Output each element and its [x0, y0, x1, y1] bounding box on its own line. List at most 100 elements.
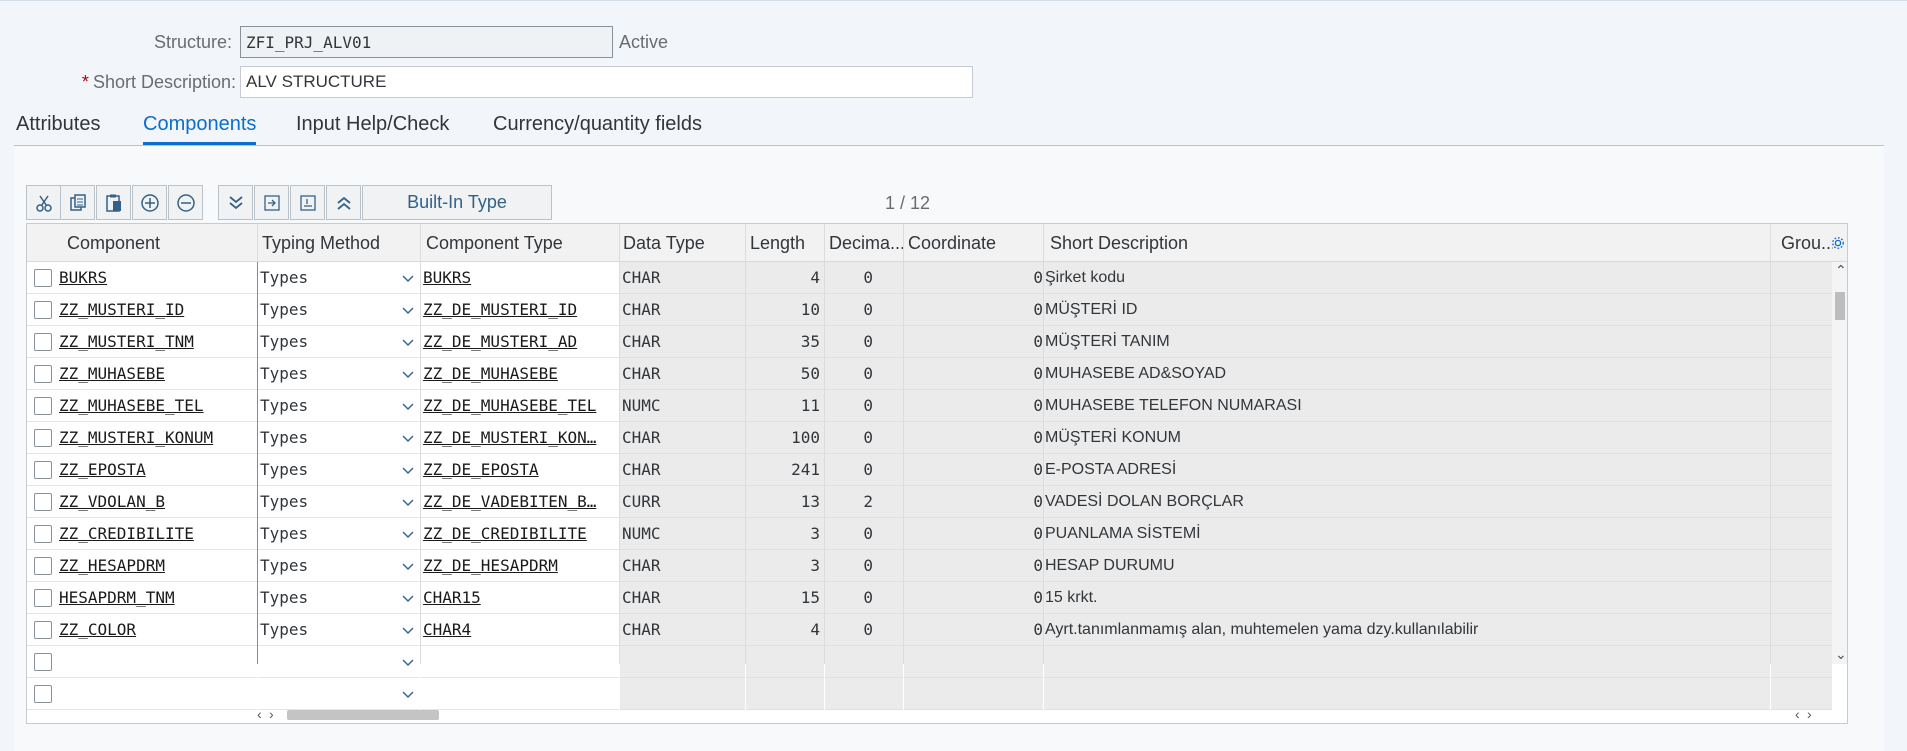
chevron-down-icon[interactable]: [402, 336, 414, 348]
row-select-cell[interactable]: [27, 390, 57, 422]
component-type-cell[interactable]: ZZ_DE_HESAPDRM: [421, 550, 619, 582]
chevron-down-icon[interactable]: [402, 592, 414, 604]
vertical-scrollbar[interactable]: ⌃ ⌄: [1832, 262, 1847, 664]
typing-method-cell[interactable]: Types: [258, 486, 420, 518]
row-select-checkbox[interactable]: [34, 557, 52, 575]
component-type-cell[interactable]: ZZ_DE_MUSTERI_ID: [421, 294, 619, 326]
row-select-checkbox[interactable]: [34, 365, 52, 383]
column-header-component[interactable]: Component: [63, 224, 283, 262]
copy-button[interactable]: [60, 185, 95, 220]
typing-method-cell[interactable]: Types: [258, 326, 420, 358]
component-type-cell[interactable]: BUKRS: [421, 262, 619, 294]
chevron-down-icon[interactable]: [402, 624, 414, 636]
tab-input-help-check[interactable]: Input Help/Check: [296, 111, 449, 145]
row-select-checkbox[interactable]: [34, 461, 52, 479]
component-name[interactable]: ZZ_COLOR: [59, 620, 136, 639]
typing-method-cell[interactable]: Types: [258, 262, 420, 294]
column-header-coordinate[interactable]: Coordinate: [904, 224, 1042, 262]
chevron-down-icon[interactable]: [402, 560, 414, 572]
component-cell[interactable]: ZZ_MUHASEBE: [57, 358, 257, 390]
scroll-up-icon[interactable]: ⌃: [1835, 262, 1847, 279]
row-select-cell[interactable]: [27, 262, 57, 294]
component-type-cell[interactable]: ZZ_DE_CREDIBILITE: [421, 518, 619, 550]
row-select-cell[interactable]: [27, 358, 57, 390]
vertical-scroll-thumb[interactable]: [1835, 292, 1845, 320]
component-cell[interactable]: ZZ_VDOLAN_B: [57, 486, 257, 518]
last-page-button[interactable]: [218, 185, 253, 220]
chevron-down-icon[interactable]: [402, 368, 414, 380]
component-type-cell[interactable]: [421, 646, 619, 678]
column-header-decimals[interactable]: Decima...: [825, 224, 903, 262]
scroll-left-icon[interactable]: ‹: [257, 706, 262, 722]
row-select-cell[interactable]: [27, 678, 57, 710]
move-in-button[interactable]: [254, 185, 289, 220]
component-name[interactable]: ZZ_MUSTERI_KONUM: [59, 428, 213, 447]
row-select-cell[interactable]: [27, 486, 57, 518]
component-cell[interactable]: ZZ_COLOR: [57, 614, 257, 646]
component-cell[interactable]: [57, 646, 257, 678]
component-type-cell[interactable]: CHAR15: [421, 582, 619, 614]
component-cell[interactable]: [57, 678, 257, 710]
component-name[interactable]: HESAPDRM_TNM: [59, 588, 175, 607]
tab-attributes[interactable]: Attributes: [16, 111, 100, 145]
component-type-cell[interactable]: ZZ_DE_MUSTERI_KON…: [421, 422, 619, 454]
row-select-checkbox[interactable]: [34, 429, 52, 447]
component-type-cell[interactable]: ZZ_DE_VADEBITEN_B…: [421, 486, 619, 518]
typing-method-cell[interactable]: [258, 678, 420, 710]
row-select-checkbox[interactable]: [34, 397, 52, 415]
typing-method-cell[interactable]: Types: [258, 582, 420, 614]
typing-method-cell[interactable]: Types: [258, 358, 420, 390]
scroll-left-end-icon[interactable]: ‹: [1795, 706, 1800, 722]
typing-method-cell[interactable]: Types: [258, 614, 420, 646]
column-header-component-type[interactable]: Component Type: [422, 224, 617, 262]
tab-currency-quantity-fields[interactable]: Currency/quantity fields: [493, 111, 702, 145]
row-select-checkbox[interactable]: [34, 269, 52, 287]
chevron-down-icon[interactable]: [402, 688, 414, 700]
row-select-checkbox[interactable]: [34, 685, 52, 703]
chevron-down-icon[interactable]: [402, 496, 414, 508]
paste-button[interactable]: [96, 185, 131, 220]
chevron-down-icon[interactable]: [402, 432, 414, 444]
horizontal-scrollbar[interactable]: ‹ › ‹ ›: [257, 706, 1827, 723]
column-header-data-type[interactable]: Data Type: [619, 224, 744, 262]
row-select-checkbox[interactable]: [34, 301, 52, 319]
chevron-down-icon[interactable]: [402, 656, 414, 668]
component-type-cell[interactable]: CHAR4: [421, 614, 619, 646]
short-description-field[interactable]: ALV STRUCTURE: [240, 66, 973, 98]
insert-row-button[interactable]: [132, 185, 167, 220]
component-cell[interactable]: HESAPDRM_TNM: [57, 582, 257, 614]
move-out-button[interactable]: [290, 185, 325, 220]
first-page-button[interactable]: [326, 185, 361, 220]
row-select-cell[interactable]: [27, 550, 57, 582]
chevron-down-icon[interactable]: [402, 272, 414, 284]
cut-button[interactable]: [26, 185, 61, 220]
scroll-right-icon[interactable]: ›: [269, 706, 274, 722]
table-settings-button[interactable]: [1829, 224, 1847, 262]
scroll-right-end-icon[interactable]: ›: [1807, 706, 1812, 722]
component-name[interactable]: ZZ_MUSTERI_ID: [59, 300, 184, 319]
typing-method-cell[interactable]: Types: [258, 390, 420, 422]
component-cell[interactable]: BUKRS: [57, 262, 257, 294]
typing-method-cell[interactable]: Types: [258, 518, 420, 550]
component-type-cell[interactable]: [421, 678, 619, 710]
scroll-down-icon[interactable]: ⌄: [1835, 646, 1847, 663]
component-name[interactable]: BUKRS: [59, 268, 107, 287]
component-name[interactable]: ZZ_EPOSTA: [59, 460, 146, 479]
row-select-cell[interactable]: [27, 454, 57, 486]
chevron-down-icon[interactable]: [402, 304, 414, 316]
component-type-cell[interactable]: ZZ_DE_MUSTERI_AD: [421, 326, 619, 358]
typing-method-cell[interactable]: Types: [258, 422, 420, 454]
row-select-checkbox[interactable]: [34, 525, 52, 543]
column-header-length[interactable]: Length: [746, 224, 824, 262]
row-select-cell[interactable]: [27, 518, 57, 550]
row-select-cell[interactable]: [27, 614, 57, 646]
row-select-cell[interactable]: [27, 582, 57, 614]
tab-components[interactable]: Components: [143, 111, 257, 145]
built-in-type-button[interactable]: Built-In Type: [362, 185, 552, 220]
typing-method-cell[interactable]: Types: [258, 550, 420, 582]
typing-method-cell[interactable]: Types: [258, 454, 420, 486]
chevron-down-icon[interactable]: [402, 400, 414, 412]
column-header-short-description[interactable]: Short Description: [1050, 224, 1790, 262]
component-name[interactable]: ZZ_CREDIBILITE: [59, 524, 194, 543]
row-select-cell[interactable]: [27, 294, 57, 326]
